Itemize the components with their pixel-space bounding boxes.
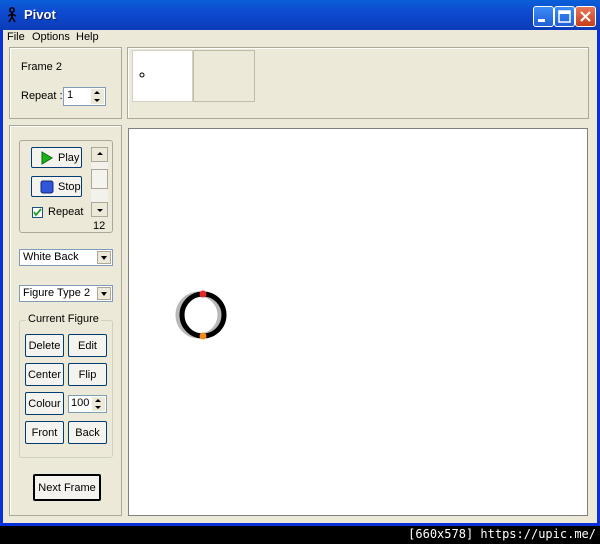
joint-handle-red[interactable] [199, 290, 207, 298]
play-label: Play [58, 152, 80, 164]
repeat-label: Repeat : [21, 90, 63, 102]
menu-file[interactable]: File [7, 31, 25, 43]
maximize-icon [558, 10, 571, 23]
frame-thumb-1[interactable] [132, 50, 193, 102]
dropdown-arrow-icon[interactable] [97, 287, 111, 300]
dropdown-arrow-icon[interactable] [97, 251, 111, 264]
close-button[interactable] [575, 6, 596, 27]
frame-label: Frame 2 [21, 61, 62, 73]
front-button[interactable]: Front [25, 421, 64, 444]
colour-spinner-arrows[interactable] [92, 397, 105, 411]
minimize-button[interactable] [533, 6, 554, 27]
speed-value: 12 [93, 220, 106, 232]
watermark-text: [660x578] https://upic.me/ [408, 527, 596, 541]
stick-figure[interactable] [129, 129, 587, 515]
play-button[interactable]: Play [31, 147, 82, 168]
play-icon [41, 151, 53, 165]
stop-label: Stop [58, 181, 81, 193]
repeat-value: 1 [67, 89, 74, 101]
frame-info-panel: Frame 2 Repeat : 1 [9, 47, 122, 119]
scroll-down-button[interactable] [91, 202, 108, 217]
back-button[interactable]: Back [68, 421, 107, 444]
colour-spinner[interactable]: 100 [68, 395, 107, 413]
scroll-thumb[interactable] [91, 169, 108, 189]
scroll-up-button[interactable] [91, 147, 108, 162]
background-select[interactable]: White Back [19, 249, 113, 266]
joint-handle-orange[interactable] [199, 332, 207, 340]
background-select-value: White Back [23, 251, 79, 263]
chevron-up-icon [97, 152, 103, 155]
edit-button[interactable]: Edit [68, 334, 107, 357]
chevron-down-icon [97, 209, 103, 212]
menu-help[interactable]: Help [76, 31, 99, 43]
title-bar: Pivot [0, 0, 600, 30]
speed-scrollbar[interactable] [91, 147, 108, 217]
next-frame-button[interactable]: Next Frame [33, 474, 101, 501]
repeat-spinner-arrows[interactable] [91, 89, 104, 104]
figure-type-select[interactable]: Figure Type 2 [19, 285, 113, 302]
current-figure-title: Current Figure [26, 313, 101, 325]
delete-button[interactable]: Delete [25, 334, 64, 357]
minimize-icon [538, 19, 545, 22]
colour-button[interactable]: Colour [25, 392, 64, 415]
spin-up-icon[interactable] [94, 91, 100, 94]
stop-button[interactable]: Stop [31, 176, 82, 197]
menu-options[interactable]: Options [32, 31, 70, 43]
menu-bar: File Options Help [3, 30, 597, 45]
stickman-icon [7, 7, 17, 23]
repeat-spinner[interactable]: 1 [63, 87, 106, 106]
flip-button[interactable]: Flip [68, 363, 107, 386]
center-button[interactable]: Center [25, 363, 64, 386]
maximize-button[interactable] [554, 6, 575, 27]
spin-down-icon[interactable] [95, 406, 101, 409]
colour-value: 100 [71, 397, 90, 409]
spin-up-icon[interactable] [95, 399, 101, 402]
watermark-strip: [660x578] https://upic.me/ [0, 526, 600, 544]
repeat-checkbox[interactable] [32, 207, 43, 218]
stop-icon [40, 180, 54, 194]
figure-type-select-value: Figure Type 2 [23, 287, 91, 299]
spin-down-icon[interactable] [94, 99, 100, 102]
frame-thumb-figure-icon [139, 72, 145, 78]
app-window: Pivot File Options Help Frame 2 Repeat :… [0, 0, 600, 526]
close-icon [580, 11, 591, 22]
checkmark-icon [33, 208, 42, 217]
frame-thumb-2[interactable] [193, 50, 255, 102]
window-title: Pivot [24, 7, 56, 22]
repeat-checkbox-label: Repeat [48, 206, 84, 218]
animation-canvas[interactable] [128, 128, 588, 516]
